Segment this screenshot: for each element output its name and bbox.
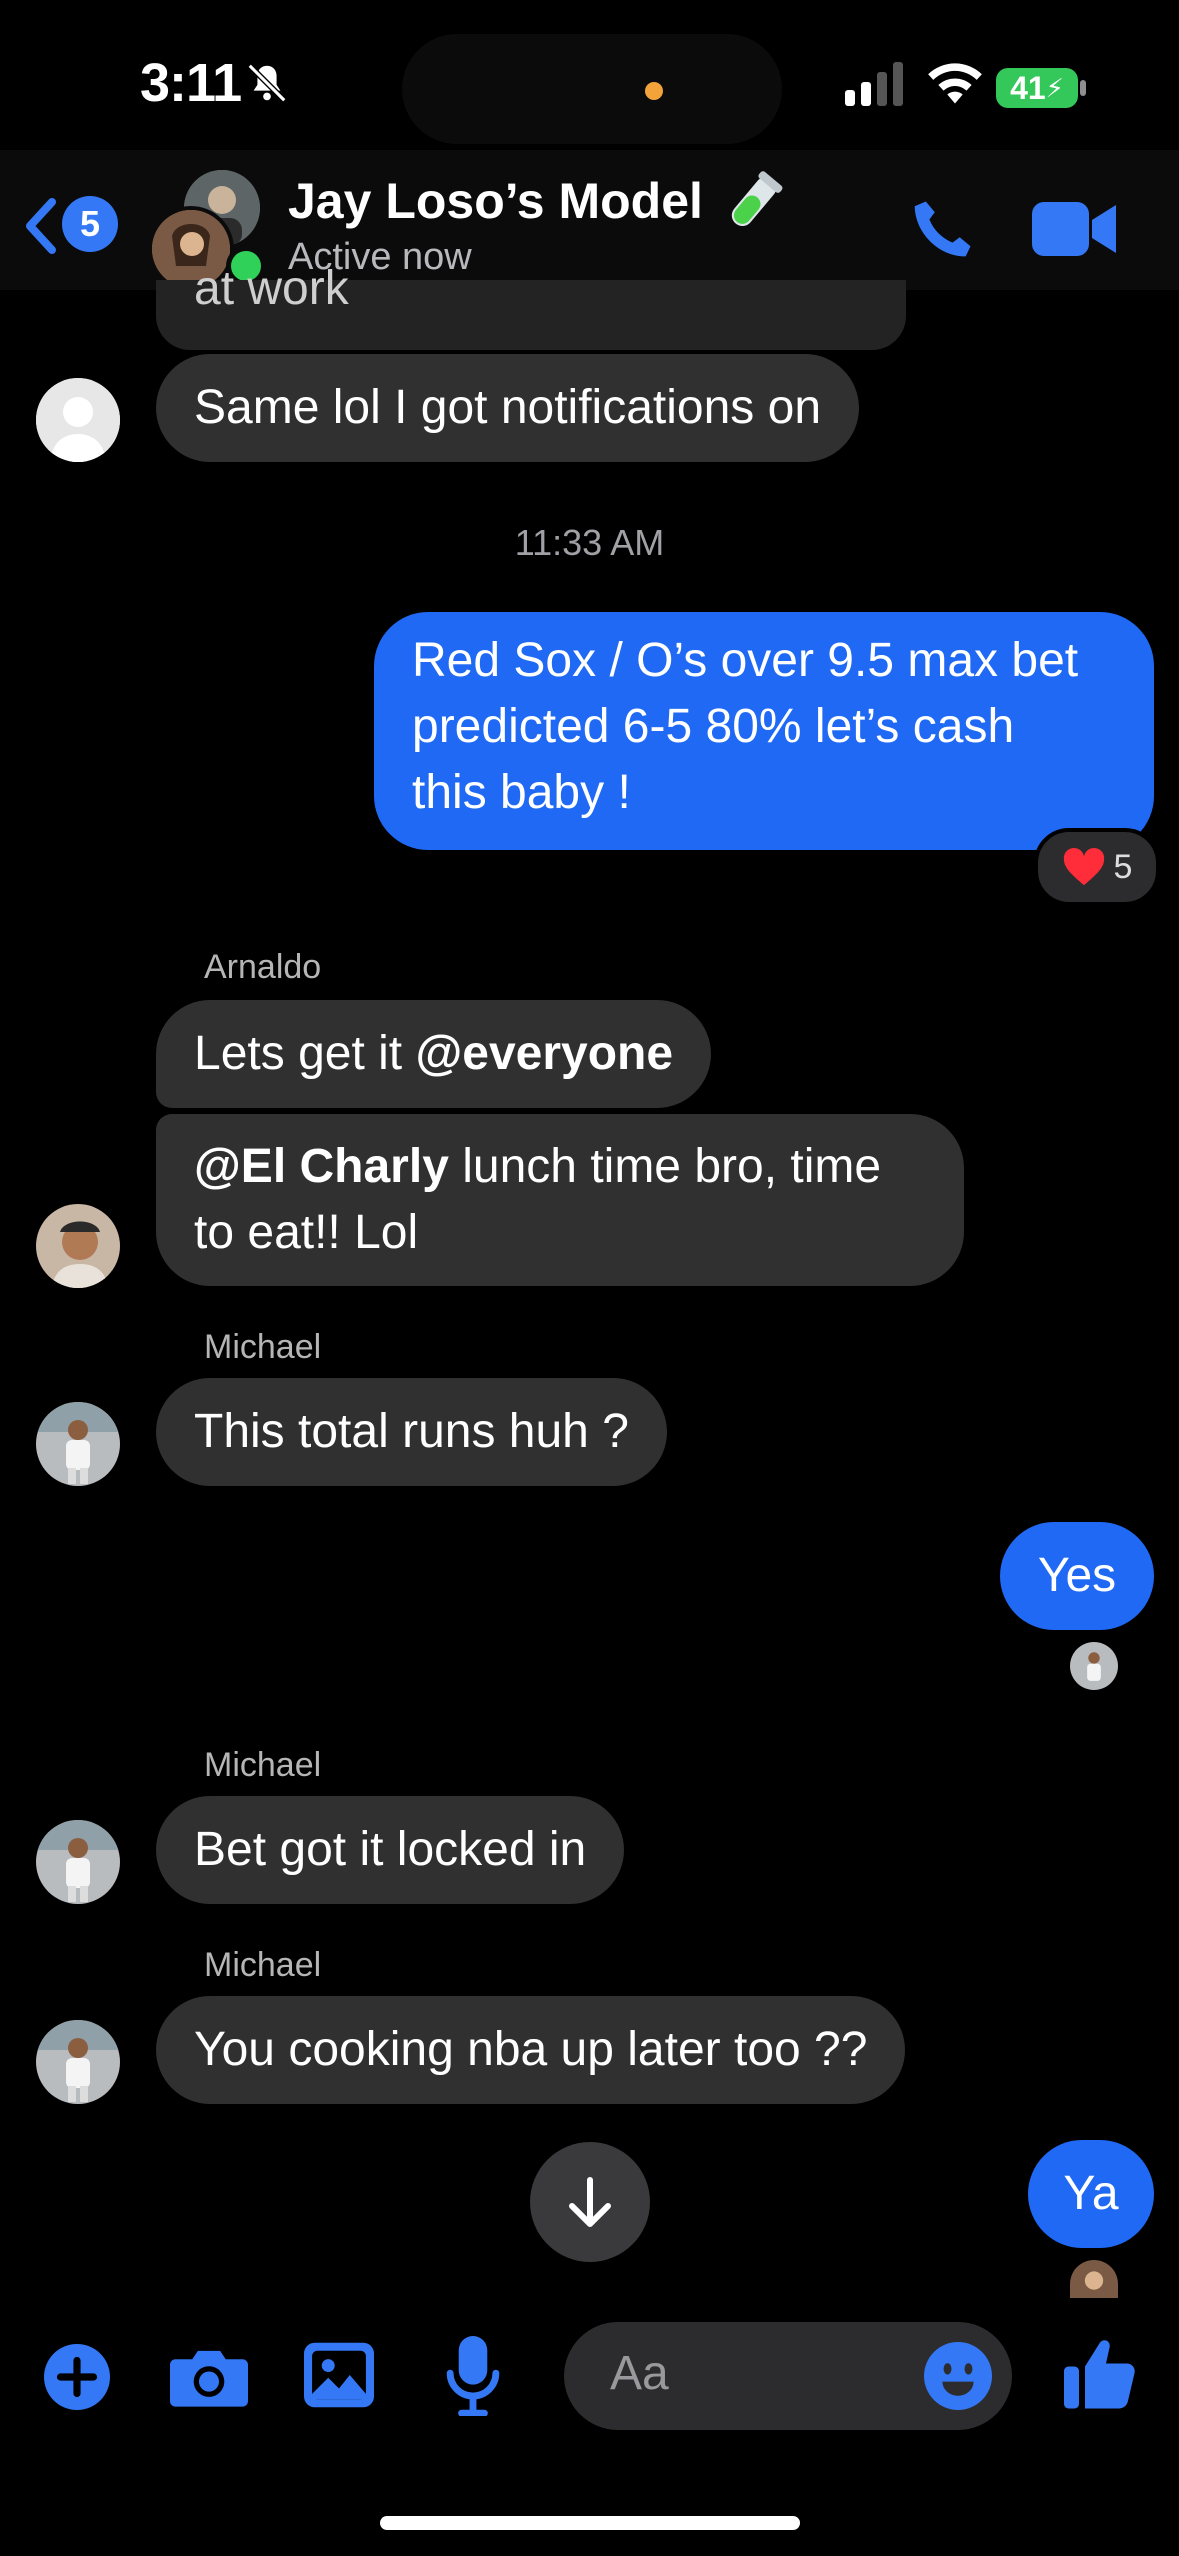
plus-circle-icon[interactable] xyxy=(44,2344,110,2410)
message-text-line: this baby ! xyxy=(412,766,631,819)
message-text: Yes xyxy=(1037,1549,1117,1602)
message-bubble-partial[interactable]: at work xyxy=(156,262,906,350)
arrow-down-icon xyxy=(569,2177,611,2227)
my-message-bubble[interactable]: Red Sox / O’s over 9.5 max bet predicted… xyxy=(374,612,1154,850)
message-text: You cooking nba up later too ?? xyxy=(194,2023,868,2076)
test-tube-icon xyxy=(731,171,783,227)
message-text: Same lol I got notifications on xyxy=(194,381,822,434)
sender-name: Michael xyxy=(204,1328,322,1366)
cellular-signal-icon xyxy=(845,62,903,106)
bell-muted-icon xyxy=(247,63,287,103)
sender-name: Michael xyxy=(204,1946,322,1984)
message-bubble[interactable]: This total runs huh ? xyxy=(156,1378,667,1486)
message-bubble[interactable]: You cooking nba up later too ?? xyxy=(156,1996,906,2104)
avatar-michael[interactable] xyxy=(36,1402,120,1486)
reaction-count: 5 xyxy=(1113,847,1133,886)
scroll-to-bottom-button[interactable] xyxy=(530,2142,650,2262)
timestamp: 11:33 AM xyxy=(514,522,665,563)
microphone-icon[interactable] xyxy=(446,2336,500,2416)
dynamic-island xyxy=(402,34,782,144)
mention[interactable]: @everyone xyxy=(415,1027,673,1080)
message-text: Ya xyxy=(1063,2167,1119,2220)
read-receipt-avatar xyxy=(1070,2260,1118,2298)
video-call-icon[interactable] xyxy=(1032,198,1116,260)
emoji-icon[interactable] xyxy=(924,2342,992,2410)
message-text-line: Red Sox / O’s over 9.5 max bet xyxy=(412,634,1079,687)
message-text: Lets get it xyxy=(194,1027,416,1080)
chat-title[interactable]: Jay Loso’s Model xyxy=(288,172,703,230)
back-chevron-icon[interactable] xyxy=(22,196,58,256)
heart-icon xyxy=(1063,847,1104,886)
battery-tip xyxy=(1080,80,1086,96)
battery-indicator: 41 ⚡ xyxy=(996,68,1078,108)
home-indicator[interactable] xyxy=(380,2516,800,2530)
thumbs-up-icon[interactable] xyxy=(1064,2336,1136,2412)
avatar-michael[interactable] xyxy=(36,2020,120,2104)
avatar-arnaldo[interactable] xyxy=(36,1204,120,1288)
message-text: at work xyxy=(194,262,349,315)
message-bubble[interactable]: Bet got it locked in xyxy=(156,1796,625,1904)
message-text-line: predicted 6-5 80% let’s cash xyxy=(412,700,1015,753)
my-message-bubble[interactable]: Ya xyxy=(1028,2140,1154,2248)
message-bubble[interactable]: @El Charly lunch time bro, time to eat!!… xyxy=(156,1114,964,1286)
message-bubble[interactable]: Lets get it @everyone xyxy=(156,1000,712,1108)
my-message-bubble[interactable]: Yes xyxy=(1000,1522,1154,1630)
phone-call-icon[interactable] xyxy=(906,194,978,266)
message-text: This total runs huh ? xyxy=(194,1405,629,1458)
battery-level: 41 xyxy=(1010,69,1046,106)
avatar-michael[interactable] xyxy=(36,1820,120,1904)
camera-icon[interactable] xyxy=(170,2344,248,2408)
sender-name: Arnaldo xyxy=(204,948,322,986)
sender-name: Michael xyxy=(204,1746,322,1784)
read-receipt-avatar xyxy=(1070,1642,1118,1690)
avatar-default[interactable] xyxy=(36,378,120,462)
photo-gallery-icon[interactable] xyxy=(304,2342,374,2408)
unread-count-badge[interactable]: 5 xyxy=(62,196,118,252)
message-input-placeholder[interactable]: Aa xyxy=(610,2346,669,2401)
wifi-icon xyxy=(928,63,982,104)
message-text: Bet got it locked in xyxy=(194,1823,587,1876)
message-text: to eat!! Lol xyxy=(194,1206,419,1259)
message-bubble[interactable]: Same lol I got notifications on xyxy=(156,354,860,462)
mention[interactable]: @El Charly xyxy=(194,1140,449,1193)
reaction-badge[interactable]: 5 xyxy=(1034,828,1160,906)
status-time: 3:11 xyxy=(140,53,242,113)
message-text: lunch time bro, time xyxy=(448,1140,882,1193)
privacy-indicator-dot xyxy=(645,82,663,100)
